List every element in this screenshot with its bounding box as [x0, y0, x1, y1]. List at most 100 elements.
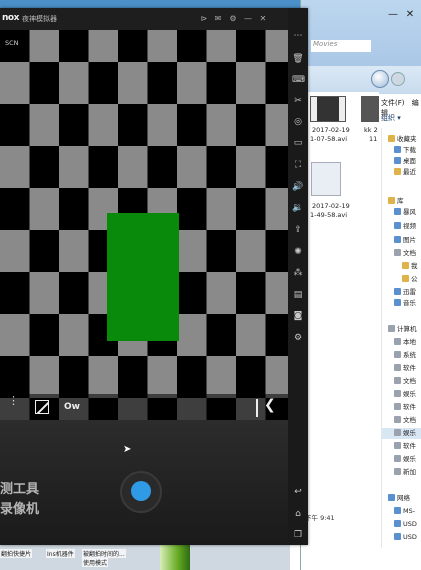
- nav-item[interactable]: 公: [402, 274, 418, 285]
- nav-item[interactable]: 下载: [394, 145, 416, 156]
- close-icon[interactable]: ✕: [256, 12, 270, 26]
- checker-square: [265, 146, 288, 189]
- nav-item[interactable]: 视频: [394, 221, 416, 232]
- trash-icon[interactable]: 🗑: [292, 53, 304, 65]
- nav-drive[interactable]: 本地: [394, 337, 416, 348]
- checker-square: [206, 272, 237, 315]
- install-icon[interactable]: ⇪: [292, 224, 304, 236]
- toolbox-icon[interactable]: ▤: [292, 289, 304, 301]
- minimize-icon[interactable]: —: [385, 8, 401, 22]
- video-thumbnail[interactable]: [361, 96, 379, 122]
- organize-button[interactable]: 组织 ▾: [381, 113, 401, 123]
- menu-file[interactable]: 文件(F): [381, 99, 405, 107]
- exposure-icon[interactable]: [35, 400, 49, 414]
- video-thumbnail[interactable]: [310, 96, 346, 122]
- nav-drive[interactable]: 娱乐: [394, 389, 416, 400]
- nav-drive[interactable]: 娱乐: [382, 428, 421, 439]
- address-bar[interactable]: Movies: [311, 40, 371, 52]
- more-icon[interactable]: ⋯: [292, 30, 304, 42]
- checker-square: [206, 146, 237, 189]
- checker-square: [59, 146, 89, 189]
- checker-square: [177, 230, 207, 273]
- white-balance-button[interactable]: Ow: [64, 402, 80, 412]
- checker-square: [59, 62, 89, 105]
- file-name[interactable]: 1-49-58.avi: [310, 211, 347, 219]
- nav-network[interactable]: 网络: [388, 493, 410, 504]
- nav-item[interactable]: 图片: [394, 235, 416, 246]
- location-icon[interactable]: ◎: [292, 116, 304, 128]
- checker-square: [177, 314, 207, 357]
- checker-square: [177, 30, 207, 63]
- back-icon[interactable]: ↩: [292, 486, 304, 498]
- checker-square: [118, 146, 148, 189]
- nav-drive[interactable]: 文档: [394, 376, 416, 387]
- checker-square: [59, 230, 89, 273]
- nav-drive[interactable]: 娱乐: [394, 454, 416, 465]
- close-icon[interactable]: ✕: [402, 8, 418, 22]
- checker-square: [147, 146, 178, 189]
- record-icon[interactable]: ◙: [292, 310, 304, 322]
- checker-square: [177, 146, 207, 189]
- fullscreen-icon[interactable]: ⛶: [292, 159, 304, 171]
- nav-item[interactable]: 文档: [394, 248, 416, 259]
- volume-down-icon[interactable]: 🔉: [292, 202, 304, 214]
- shutter-button[interactable]: [131, 481, 151, 501]
- checker-square: [0, 272, 30, 315]
- nox-emulator-window: nox 夜神模拟器 ⊳ ✉ ⚙ — ✕ SCN ⋮ Ow ❮ 测工具 录像机 ➤…: [0, 8, 308, 545]
- video-file-icon[interactable]: [311, 162, 341, 196]
- desktop-icon-label[interactable]: 使用模式: [82, 558, 109, 567]
- nav-item[interactable]: 迅雷: [394, 287, 416, 298]
- back-button[interactable]: [371, 70, 389, 88]
- settings-icon[interactable]: ⚙: [226, 12, 240, 26]
- network-icon: [388, 494, 395, 501]
- forward-button[interactable]: [391, 72, 405, 86]
- desktop-icon-label[interactable]: 被翻拍时间的...: [82, 549, 126, 558]
- nav-item[interactable]: 音乐: [394, 298, 416, 309]
- nav-drive[interactable]: 软件: [394, 441, 416, 452]
- checker-square: [29, 272, 60, 315]
- home-icon[interactable]: ⌂: [292, 508, 304, 520]
- recent-apps-icon[interactable]: ❐: [292, 529, 304, 541]
- pin-icon[interactable]: ⊳: [197, 12, 211, 26]
- nav-drive[interactable]: 文档: [394, 415, 416, 426]
- nav-favorites[interactable]: 收藏夹: [388, 134, 417, 145]
- checker-square: [206, 104, 237, 147]
- nav-library[interactable]: 库: [388, 196, 404, 207]
- screen-icon[interactable]: ▭: [292, 137, 304, 149]
- file-name[interactable]: 1-07-58.avi: [310, 135, 347, 143]
- checker-square: [29, 188, 60, 231]
- desktop-icon-label[interactable]: Ins机器件: [46, 549, 75, 558]
- drive-icon: [394, 364, 401, 371]
- minimize-icon[interactable]: —: [241, 12, 255, 26]
- shake-icon[interactable]: ⁂: [292, 267, 304, 279]
- checker-square: [206, 230, 237, 273]
- nav-computer[interactable]: 计算机: [388, 324, 417, 335]
- file-name[interactable]: 11: [369, 135, 377, 143]
- nav-network-pc[interactable]: MS-: [394, 506, 415, 517]
- more-options-icon[interactable]: ⋮: [8, 395, 19, 414]
- checker-square: [88, 62, 119, 105]
- nav-item[interactable]: 最近: [394, 167, 416, 178]
- volume-up-icon[interactable]: 🔊: [292, 181, 304, 193]
- nav-drive[interactable]: 软件: [394, 402, 416, 413]
- camera-viewfinder[interactable]: SCN: [0, 30, 288, 420]
- scene-mode-label[interactable]: SCN: [5, 39, 19, 47]
- status-time: 下午 9:41: [305, 514, 335, 522]
- nav-drive[interactable]: 系统: [394, 350, 416, 361]
- mail-icon[interactable]: ✉: [211, 12, 225, 26]
- desktop-icon-label[interactable]: 翻拍快捷片: [0, 549, 33, 558]
- nav-item[interactable]: 我: [402, 261, 418, 272]
- loading-icon[interactable]: ✺: [292, 246, 304, 258]
- checker-square: [177, 272, 207, 315]
- collapse-chevron-icon[interactable]: ❮: [264, 397, 276, 413]
- checker-square: [118, 30, 148, 63]
- nav-network-pc[interactable]: USD: [394, 519, 417, 530]
- keyboard-icon[interactable]: ⌨: [292, 74, 305, 86]
- nav-item[interactable]: 桌面: [394, 156, 416, 167]
- settings-icon[interactable]: ⚙: [292, 332, 304, 344]
- scissors-icon[interactable]: ✂: [292, 95, 304, 107]
- nav-drive[interactable]: 软件: [394, 363, 416, 374]
- nav-drive[interactable]: 新加: [394, 467, 416, 478]
- nav-item[interactable]: 暴风: [394, 207, 416, 218]
- nav-network-pc[interactable]: USD: [394, 532, 417, 543]
